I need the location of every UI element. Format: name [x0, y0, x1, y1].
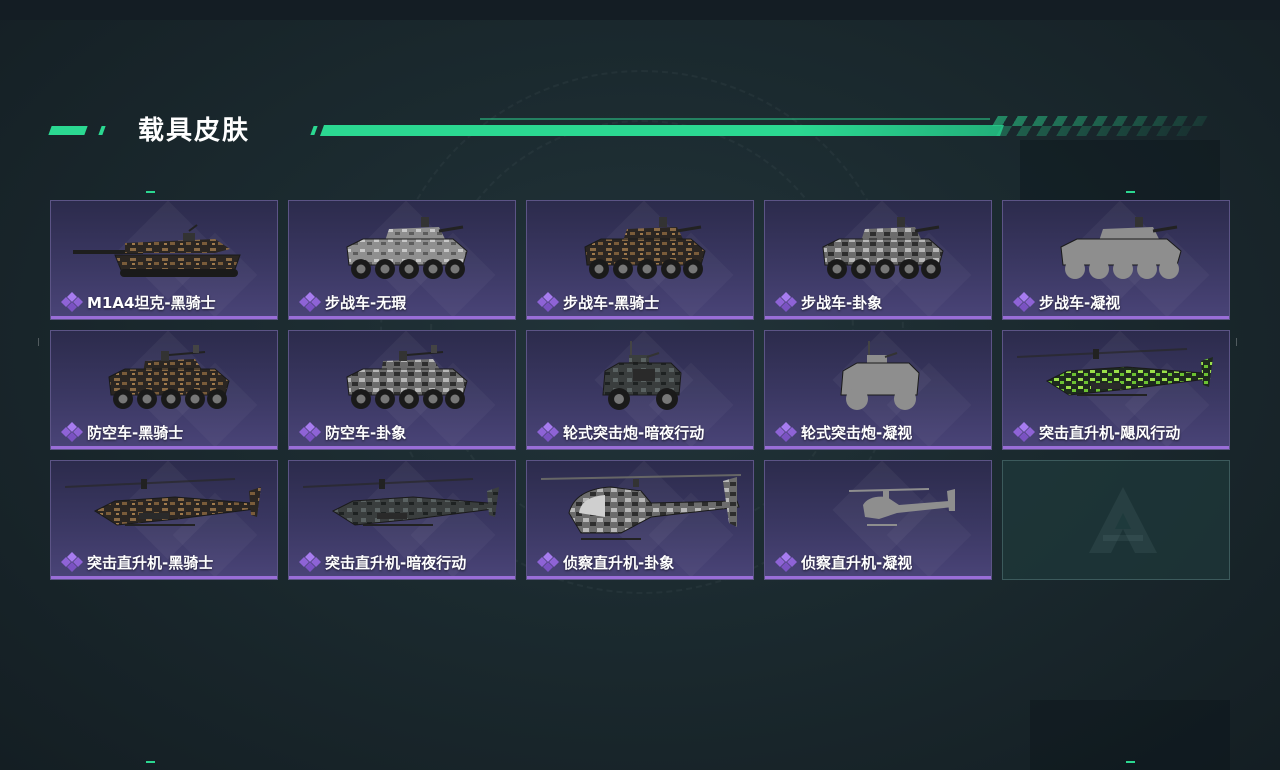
- armored-car-icon: [840, 341, 920, 410]
- ifv-icon: [584, 217, 706, 279]
- skin-card[interactable]: 步战车-黑骑士: [526, 200, 754, 320]
- card-label: 突击直升机-飓风行动: [1013, 420, 1180, 444]
- skin-name: 轮式突击炮-凝视: [801, 423, 913, 442]
- diamond-icon: [299, 292, 321, 312]
- header-accent-bar: [98, 126, 106, 135]
- card-label: 防空车-黑骑士: [61, 420, 183, 444]
- corner-tick: [1126, 191, 1135, 193]
- header-accent-bar: [310, 126, 318, 135]
- skin-name: 步战车-卦象: [801, 293, 883, 312]
- card-label: M1A4坦克-黑骑士: [61, 290, 216, 314]
- card-label: 突击直升机-暗夜行动: [299, 550, 466, 574]
- anti-air-vehicle-icon: [346, 345, 468, 409]
- card-label: 轮式突击炮-暗夜行动: [537, 420, 704, 444]
- card-label: 轮式突击炮-凝视: [775, 420, 912, 444]
- skin-card[interactable]: 轮式突击炮-暗夜行动: [526, 330, 754, 450]
- skin-name: 侦察直升机-卦象: [563, 553, 675, 572]
- skin-name: 步战车-黑骑士: [563, 293, 660, 312]
- diamond-icon: [1013, 292, 1035, 312]
- skin-name: 突击直升机-黑骑士: [87, 553, 214, 572]
- card-label: 步战车-黑骑士: [537, 290, 659, 314]
- side-marker: [1236, 338, 1245, 346]
- skin-card[interactable]: 轮式突击炮-凝视: [764, 330, 992, 450]
- header-thin-line: [480, 118, 990, 120]
- card-label: 侦察直升机-卦象: [537, 550, 674, 574]
- skin-card[interactable]: 防空车-黑骑士: [50, 330, 278, 450]
- card-label: 防空车-卦象: [299, 420, 406, 444]
- background-building: [1030, 700, 1230, 770]
- tank-icon: [73, 224, 241, 277]
- diamond-icon: [537, 292, 559, 312]
- corner-tick: [146, 191, 155, 193]
- top-bar: [0, 0, 1280, 20]
- scout-helicopter-icon: [541, 474, 741, 540]
- ifv-icon: [822, 217, 944, 279]
- skin-name: M1A4坦克-黑骑士: [87, 293, 216, 312]
- card-label: 步战车-凝视: [1013, 290, 1120, 314]
- diamond-icon: [775, 422, 797, 442]
- skin-name: 步战车-无瑕: [325, 293, 407, 312]
- diamond-icon: [299, 552, 321, 572]
- skin-card[interactable]: 突击直升机-暗夜行动: [288, 460, 516, 580]
- diamond-icon: [775, 552, 797, 572]
- armored-car-icon: [602, 341, 682, 410]
- diamond-icon: [299, 422, 321, 442]
- anti-air-vehicle-icon: [108, 345, 230, 409]
- diamond-icon: [61, 292, 83, 312]
- header-accent-bar: [48, 126, 88, 135]
- skin-name: 轮式突击炮-暗夜行动: [563, 423, 705, 442]
- skin-card[interactable]: 步战车-无瑕: [288, 200, 516, 320]
- diamond-icon: [61, 422, 83, 442]
- card-label: 侦察直升机-凝视: [775, 550, 912, 574]
- skin-card[interactable]: 步战车-卦象: [764, 200, 992, 320]
- skin-name: 防空车-黑骑士: [87, 423, 184, 442]
- skin-name: 突击直升机-暗夜行动: [325, 553, 467, 572]
- card-label: 突击直升机-黑骑士: [61, 550, 213, 574]
- skin-card[interactable]: 侦察直升机-卦象: [526, 460, 754, 580]
- card-label: 步战车-卦象: [775, 290, 882, 314]
- skin-card[interactable]: 步战车-凝视: [1002, 200, 1230, 320]
- skin-card[interactable]: 突击直升机-飓风行动: [1002, 330, 1230, 450]
- card-label: 步战车-无瑕: [299, 290, 406, 314]
- ifv-icon: [346, 217, 468, 279]
- skin-name: 步战车-凝视: [1039, 293, 1121, 312]
- attack-helicopter-icon: [65, 478, 261, 526]
- scout-helicopter-icon: [848, 488, 955, 526]
- attack-helicopter-icon: [303, 478, 499, 526]
- ifv-icon: [1060, 217, 1182, 279]
- diamond-icon: [537, 422, 559, 442]
- skin-name: 突击直升机-飓风行动: [1039, 423, 1181, 442]
- header-checker-pattern: [986, 116, 1208, 136]
- diamond-icon: [775, 292, 797, 312]
- diamond-icon: [61, 552, 83, 572]
- diamond-icon: [1013, 422, 1035, 442]
- skin-card[interactable]: M1A4坦克-黑骑士: [50, 200, 278, 320]
- page-title: 载具皮肤: [138, 116, 251, 146]
- corner-tick: [146, 761, 155, 763]
- skin-card[interactable]: 防空车-卦象: [288, 330, 516, 450]
- skin-name: 侦察直升机-凝视: [801, 553, 913, 572]
- diamond-icon: [537, 552, 559, 572]
- attack-helicopter-icon: [1017, 348, 1213, 396]
- corner-tick: [1126, 761, 1135, 763]
- game-logo-icon: [1089, 487, 1157, 553]
- empty-skin-slot: [1002, 460, 1230, 580]
- skin-name: 防空车-卦象: [325, 423, 407, 442]
- skin-card[interactable]: 侦察直升机-凝视: [764, 460, 992, 580]
- skin-grid: M1A4坦克-黑骑士 步战车-无瑕 步战车-黑骑士 步战车-卦象 步战车-凝视 …: [50, 200, 1230, 580]
- skin-card[interactable]: 突击直升机-黑骑士: [50, 460, 278, 580]
- header-line: [319, 125, 1005, 136]
- side-marker: [38, 338, 47, 346]
